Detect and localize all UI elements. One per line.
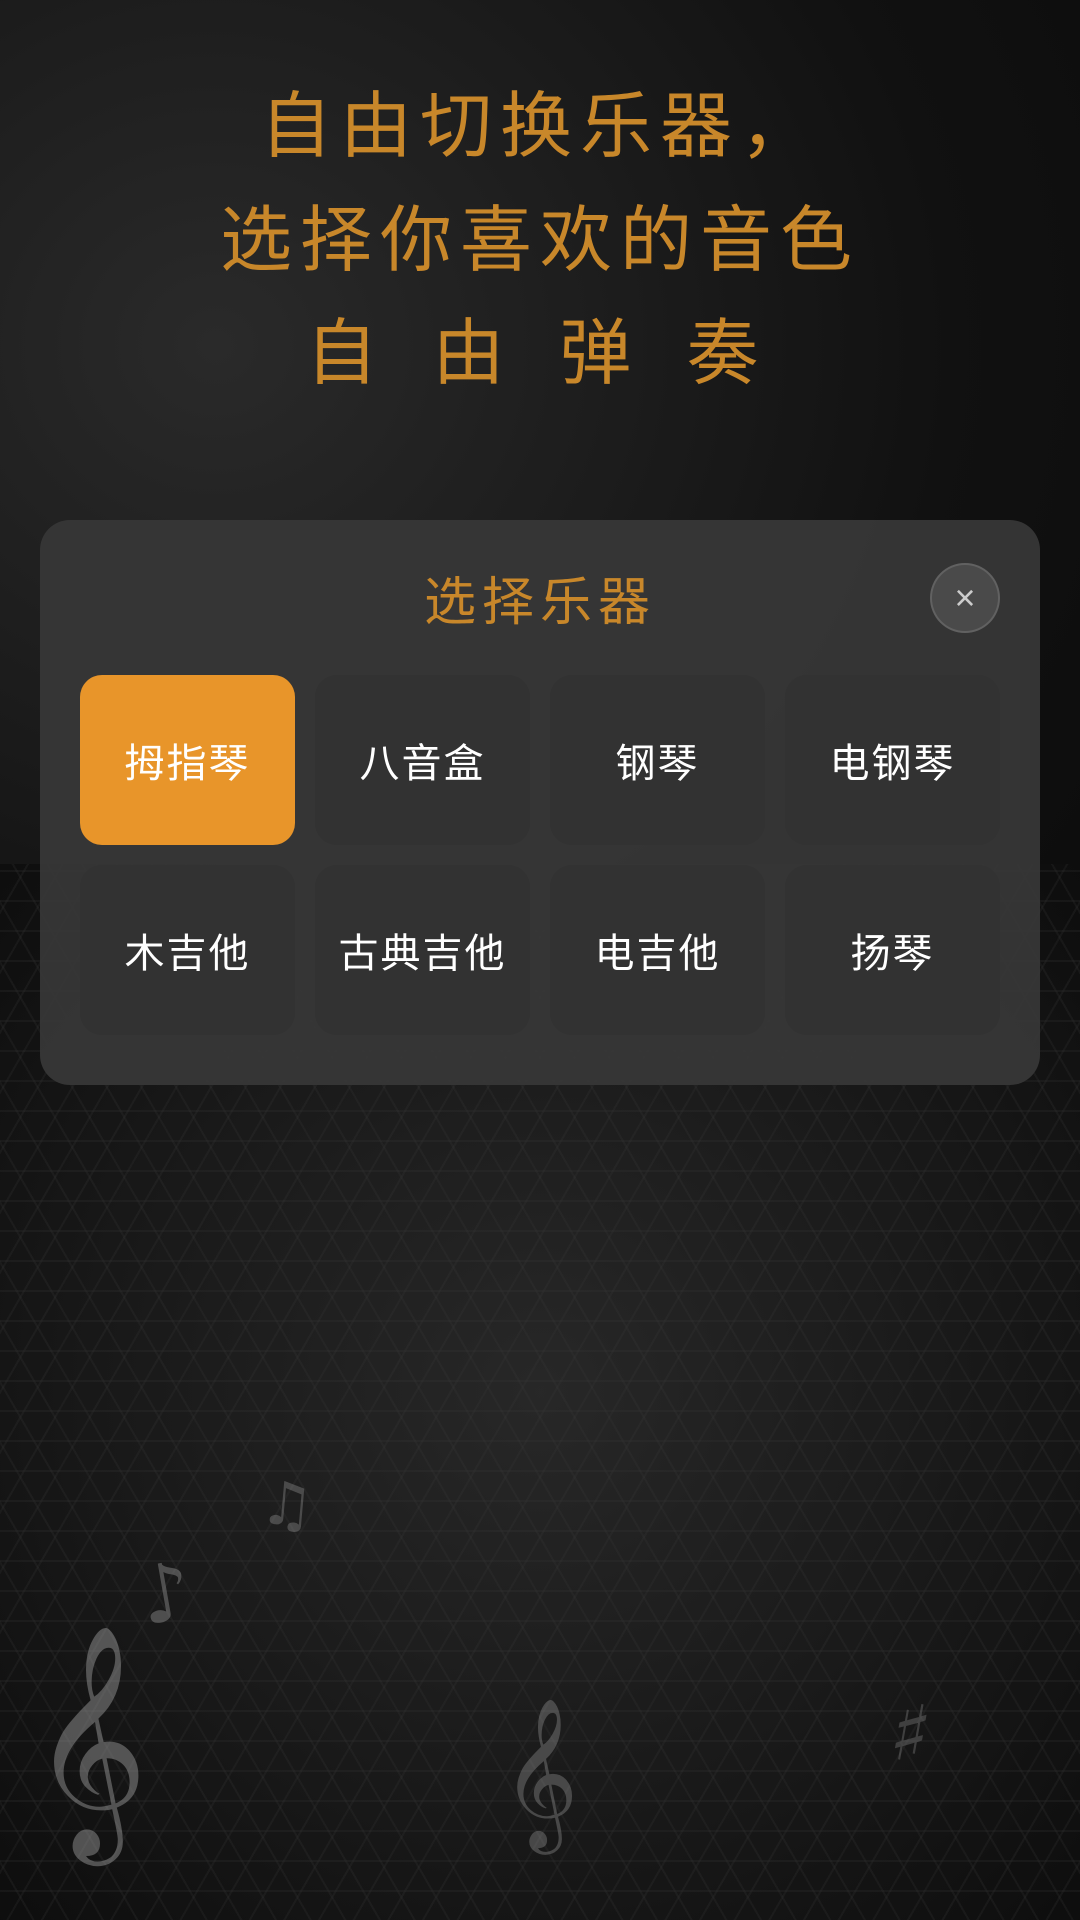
instrument-button-classical-guitar[interactable]: 古典吉他 [315,865,530,1035]
instrument-label-acoustic-guitar: 木吉他 [125,921,251,979]
modal-title: 选择乐器 [424,560,656,635]
instrument-grid: 拇指琴 八音盒 钢琴 电钢琴 木吉他 古典吉他 电吉他 扬琴 [80,675,1000,1035]
instrument-label-dulcimer: 扬琴 [851,921,935,979]
instrument-button-dulcimer[interactable]: 扬琴 [785,865,1000,1035]
instrument-button-thumb-piano[interactable]: 拇指琴 [80,675,295,845]
instrument-button-electric-guitar[interactable]: 电吉他 [550,865,765,1035]
header-section: 自由切换乐器， 选择你喜欢的音色 自 由 弹 奏 [0,80,1080,401]
instrument-label-electric-piano: 电钢琴 [830,731,956,789]
instrument-button-piano[interactable]: 钢琴 [550,675,765,845]
instrument-button-music-box[interactable]: 八音盒 [315,675,530,845]
close-icon: × [954,580,975,616]
instrument-button-acoustic-guitar[interactable]: 木吉他 [80,865,295,1035]
instrument-label-music-box: 八音盒 [360,731,486,789]
instrument-button-electric-piano[interactable]: 电钢琴 [785,675,1000,845]
instrument-selection-modal: 选择乐器 × 拇指琴 八音盒 钢琴 电钢琴 木吉他 古典吉他 电吉他 扬琴 [40,520,1040,1085]
header-line3: 自 由 弹 奏 [80,307,1000,401]
modal-header: 选择乐器 × [80,560,1000,635]
header-line2: 选择你喜欢的音色 [80,194,1000,288]
instrument-label-electric-guitar: 电吉他 [595,921,721,979]
header-line1: 自由切换乐器， [80,80,1000,174]
instrument-label-piano: 钢琴 [616,731,700,789]
instrument-label-classical-guitar: 古典吉他 [339,921,507,979]
close-modal-button[interactable]: × [930,563,1000,633]
instrument-label-thumb-piano: 拇指琴 [125,731,251,789]
